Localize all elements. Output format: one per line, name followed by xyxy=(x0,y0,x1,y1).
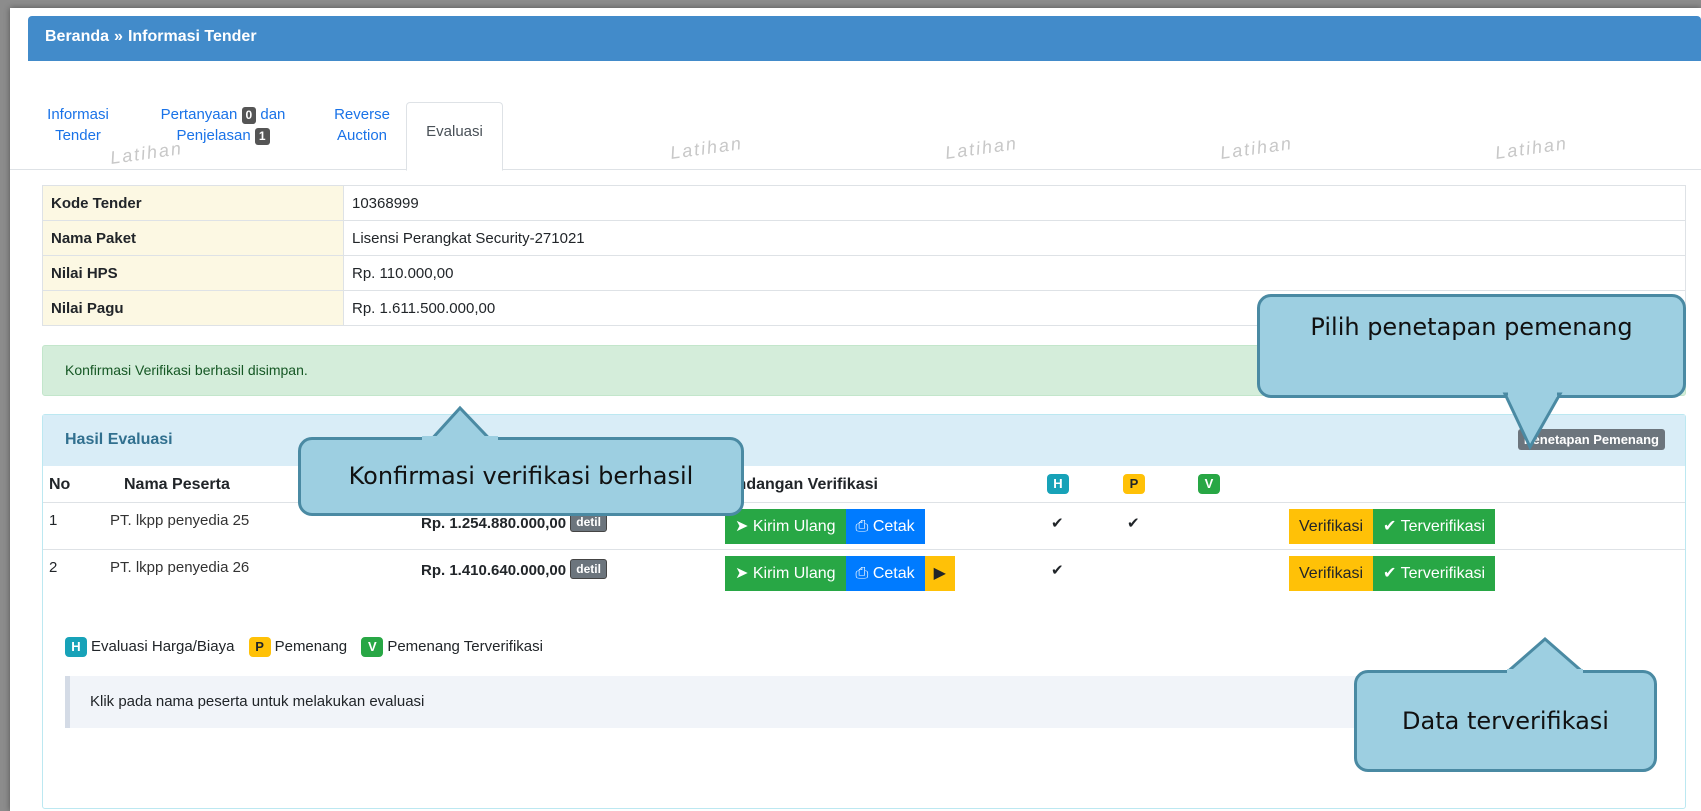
tab-reverse-auction[interactable]: Reverse Auction xyxy=(327,104,397,146)
button-label: Cetak xyxy=(872,565,915,582)
tab-label: Auction xyxy=(336,127,388,144)
info-value: Lisensi Perangkat Security-271021 xyxy=(343,220,1686,256)
check-icon: ✔ xyxy=(1051,515,1064,532)
button-label: Kirim Ulang xyxy=(752,565,836,582)
price-cell: Rp. 1.410.640.000,00 detil xyxy=(421,559,607,579)
breadcrumb-separator: » xyxy=(114,28,123,45)
kirim-ulang-button[interactable]: ➤ Kirim Ulang xyxy=(725,556,846,591)
p-badge: P xyxy=(1123,474,1145,494)
terverifikasi-button[interactable]: ✔ Terverifikasi xyxy=(1373,509,1496,544)
tab-label: Informasi xyxy=(47,106,109,123)
tab-label: Tender xyxy=(55,127,101,144)
info-key: Nilai HPS xyxy=(42,255,344,291)
participant-name-link[interactable]: PT. lkpp penyedia 26 xyxy=(110,559,249,576)
check-icon: ✔ xyxy=(1383,565,1397,582)
detil-button[interactable]: detil xyxy=(570,559,607,579)
legend: H Evaluasi Harga/Biaya P Pemenang V Pemenan… xyxy=(65,637,553,657)
video-camera-icon[interactable]: ▶ xyxy=(924,556,955,591)
legend-p-label: Pemenang xyxy=(274,638,348,655)
p-badge: P xyxy=(248,637,271,657)
legend-h-label: Evaluasi Harga/Biaya xyxy=(91,638,235,655)
price-value: Rp. 1.254.880.000,00 xyxy=(421,515,567,532)
tab-label: Penjelasan xyxy=(176,127,251,144)
invite-actions: ➤ Kirim Ulang ⎙ Cetak ▶ xyxy=(725,556,955,591)
price-value: Rp. 1.410.640.000,00 xyxy=(421,562,567,579)
check-icon: ✔ xyxy=(1127,515,1140,532)
print-icon: ⎙ xyxy=(855,518,869,535)
breadcrumb-home[interactable]: Beranda xyxy=(45,28,109,45)
button-label: Terverifikasi xyxy=(1400,565,1486,582)
info-key: Kode Tender xyxy=(42,185,344,221)
tab-evaluasi[interactable]: Evaluasi xyxy=(406,102,503,171)
legend-v-label: Pemenang Terverifikasi xyxy=(387,638,543,655)
tab-label: Reverse xyxy=(334,106,390,123)
callout-pointer-cover xyxy=(1507,669,1583,675)
col-invite: Undangan Verifikasi xyxy=(725,476,878,493)
verifikasi-button[interactable]: Verifikasi xyxy=(1289,509,1374,544)
callout-confirm: Konfirmasi verifikasi berhasil xyxy=(298,437,744,516)
cetak-button[interactable]: ⎙ Cetak xyxy=(845,556,925,591)
callout-winner: Pilih penetapan pemenang xyxy=(1257,294,1686,398)
callout-pointer-cover xyxy=(422,436,498,442)
tab-label: dan xyxy=(260,106,286,123)
col-no: No xyxy=(49,476,71,493)
info-value: 10368999 xyxy=(343,185,1686,221)
button-label: Cetak xyxy=(872,518,915,535)
send-icon: ➤ xyxy=(735,518,749,535)
info-key: Nama Paket xyxy=(42,220,344,256)
terverifikasi-button[interactable]: ✔ Terverifikasi xyxy=(1373,556,1496,591)
table-row: 1 PT. lkpp penyedia 25 Rp. 1.254.880.000… xyxy=(43,504,1685,550)
col-name: Nama Peserta xyxy=(124,476,230,493)
callout-verified: Data terverifikasi xyxy=(1354,670,1657,772)
panel-title: Hasil Evaluasi xyxy=(65,431,173,448)
browser-frame: Beranda» Informasi Tender Latihan Latihan… xyxy=(10,8,1701,811)
table-row: 2 PT. lkpp penyedia 26 Rp. 1.410.640.000… xyxy=(43,551,1685,597)
h-badge: H xyxy=(1047,474,1069,494)
table-header: No Nama Peserta Undangan Verifikasi H P … xyxy=(43,466,1685,503)
participant-name-link[interactable]: PT. lkpp penyedia 25 xyxy=(110,512,249,529)
breadcrumb: Beranda » Informasi Tender xyxy=(28,16,1701,61)
button-label: Terverifikasi xyxy=(1400,518,1486,535)
breadcrumb-current: Informasi Tender xyxy=(127,28,257,45)
print-icon: ⎙ xyxy=(855,565,869,582)
row-no: 1 xyxy=(49,512,58,529)
explanation-count-badge: 1 xyxy=(254,128,270,145)
info-key: Nilai Pagu xyxy=(42,290,344,326)
kirim-ulang-button[interactable]: ➤ Kirim Ulang xyxy=(725,509,846,544)
verification-actions: Verifikasi ✔ Terverifikasi xyxy=(1289,509,1496,544)
callout-pointer xyxy=(1502,392,1563,451)
info-row: Nama Paket Lisensi Perangkat Security-271… xyxy=(42,220,1686,256)
invite-actions: ➤ Kirim Ulang ⎙ Cetak xyxy=(725,509,925,544)
tab-informasi-tender[interactable]: Informasi Tender xyxy=(43,104,113,146)
info-value: Rp. 110.000,00 xyxy=(343,255,1686,291)
tab-label: Pertanyaan xyxy=(160,106,238,123)
button-label: Kirim Ulang xyxy=(752,518,836,535)
row-no: 2 xyxy=(49,559,58,576)
verification-actions: Verifikasi ✔ Terverifikasi xyxy=(1289,556,1496,591)
check-icon: ✔ xyxy=(1051,562,1064,579)
info-row: Kode Tender 10368999 xyxy=(42,185,1686,221)
v-badge: V xyxy=(361,637,384,657)
callout-pointer-cover xyxy=(1508,391,1557,397)
cetak-button[interactable]: ⎙ Cetak xyxy=(845,509,925,544)
send-icon: ➤ xyxy=(735,565,749,582)
tab-pertanyaan-penjelasan[interactable]: Pertanyaan 0 dan Penjelasan 1 xyxy=(148,104,298,146)
check-icon: ✔ xyxy=(1383,518,1397,535)
info-row: Nilai HPS Rp. 110.000,00 xyxy=(42,255,1686,291)
question-count-badge: 0 xyxy=(241,107,257,124)
v-badge: V xyxy=(1198,474,1220,494)
verifikasi-button[interactable]: Verifikasi xyxy=(1289,556,1374,591)
h-badge: H xyxy=(65,637,87,657)
panel-header: Hasil Evaluasi Penetapan Pemenang xyxy=(43,415,1685,466)
